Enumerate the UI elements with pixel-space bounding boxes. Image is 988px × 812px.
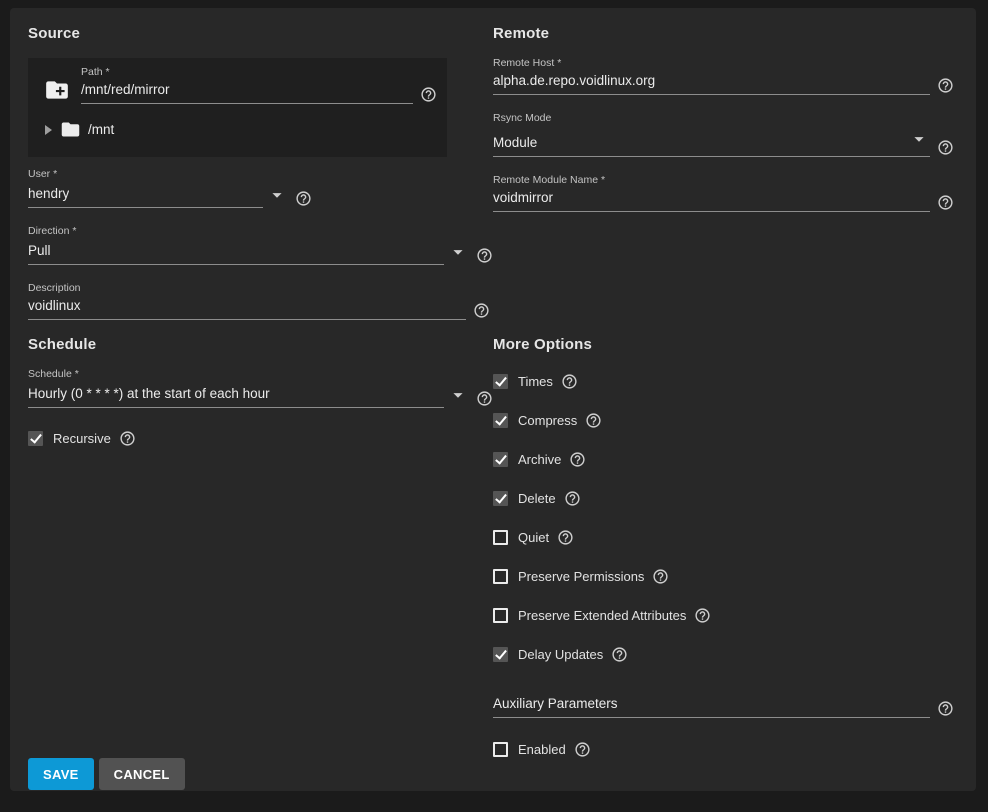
remote-module-label: Remote Module Name *	[493, 175, 956, 186]
quiet-checkbox[interactable]	[493, 530, 508, 545]
enabled-checkbox-row[interactable]: Enabled	[493, 741, 956, 758]
tree-node-label: /mnt	[88, 122, 114, 137]
direction-select[interactable]: Pull	[28, 243, 444, 265]
aux-params-input[interactable]: Auxiliary Parameters	[493, 696, 930, 718]
enabled-checkbox[interactable]	[493, 742, 508, 757]
schedule-field: Schedule * Hourly (0 * * * *) at the sta…	[28, 369, 493, 408]
help-icon[interactable]	[585, 412, 602, 429]
aux-params-placeholder: Auxiliary Parameters	[493, 696, 618, 711]
rsync-mode-label: Rsync Mode	[493, 113, 956, 124]
delete-checkbox[interactable]	[493, 491, 508, 506]
help-icon[interactable]	[694, 607, 711, 624]
rsync-task-form: Source Path * /mnt/red/mirror	[10, 8, 976, 791]
delete-checkbox-row[interactable]: Delete	[493, 490, 956, 507]
form-actions: SAVE CANCEL	[28, 758, 956, 790]
path-input[interactable]: /mnt/red/mirror	[81, 82, 413, 104]
remote-host-input[interactable]: alpha.de.repo.voidlinux.org	[493, 73, 930, 95]
schedule-title: Schedule	[28, 337, 493, 353]
aux-params-field: Auxiliary Parameters	[493, 696, 956, 718]
path-field: Path * /mnt/red/mirror	[81, 67, 437, 104]
section-source: Source Path * /mnt/red/mirror	[28, 18, 493, 320]
direction-field: Direction * Pull	[28, 226, 493, 265]
remote-module-field: Remote Module Name * voidmirror	[493, 175, 956, 212]
save-button[interactable]: SAVE	[28, 758, 94, 790]
preserve-extended-attributes-checkbox-row[interactable]: Preserve Extended Attributes	[493, 607, 956, 624]
help-icon[interactable]	[420, 86, 437, 103]
help-icon[interactable]	[564, 490, 581, 507]
times-checkbox-row[interactable]: Times	[493, 373, 956, 390]
delay-updates-checkbox-row[interactable]: Delay Updates	[493, 646, 956, 663]
remote-title: Remote	[493, 26, 956, 42]
path-row: Path * /mnt/red/mirror	[44, 67, 447, 104]
compress-checkbox-row[interactable]: Compress	[493, 412, 956, 429]
help-icon[interactable]	[569, 451, 586, 468]
recursive-label: Recursive	[53, 431, 111, 446]
archive-checkbox-row[interactable]: Archive	[493, 451, 956, 468]
help-icon[interactable]	[476, 247, 493, 264]
help-icon[interactable]	[557, 529, 574, 546]
user-field: User * hendry	[28, 169, 493, 208]
delay-updates-checkbox[interactable]	[493, 647, 508, 662]
path-field-wrap: Path * /mnt/red/mirror	[81, 67, 437, 104]
description-input[interactable]: voidlinux	[28, 298, 466, 320]
help-icon[interactable]	[476, 390, 493, 407]
section-remote: Remote Remote Host * alpha.de.repo.voidl…	[493, 18, 956, 212]
help-icon[interactable]	[473, 302, 490, 319]
recursive-checkbox[interactable]	[28, 431, 43, 446]
source-title: Source	[28, 26, 493, 42]
recursive-checkbox-row[interactable]: Recursive	[28, 430, 493, 447]
options-list: Times Compress Archive	[493, 373, 956, 663]
help-icon[interactable]	[561, 373, 578, 390]
more-options-title: More Options	[493, 337, 956, 353]
compress-checkbox[interactable]	[493, 413, 508, 428]
help-icon[interactable]	[937, 700, 954, 717]
chevron-down-icon[interactable]	[447, 241, 469, 263]
archive-checkbox[interactable]	[493, 452, 508, 467]
folder-plus-icon[interactable]	[44, 77, 70, 103]
section-more-options: More Options Times Compress	[493, 320, 956, 758]
enabled-label: Enabled	[518, 742, 566, 757]
remote-host-label: Remote Host *	[493, 58, 956, 69]
chevron-down-icon[interactable]	[908, 128, 930, 150]
user-select[interactable]: hendry	[28, 186, 263, 208]
tree-node-mnt[interactable]: /mnt	[44, 119, 447, 140]
remote-host-field: Remote Host * alpha.de.repo.voidlinux.or…	[493, 58, 956, 95]
help-icon[interactable]	[574, 741, 591, 758]
help-icon[interactable]	[611, 646, 628, 663]
help-icon[interactable]	[937, 77, 954, 94]
expander-icon[interactable]	[45, 125, 52, 135]
user-label: User *	[28, 169, 493, 180]
help-icon[interactable]	[295, 190, 312, 207]
help-icon[interactable]	[937, 194, 954, 211]
chevron-down-icon[interactable]	[447, 384, 469, 406]
section-schedule: Schedule Schedule * Hourly (0 * * * *) a…	[28, 320, 493, 447]
description-field: Description voidlinux	[28, 283, 493, 320]
rsync-mode-select[interactable]: Module	[493, 128, 930, 157]
path-label: Path *	[81, 67, 437, 78]
preserve-permissions-checkbox-row[interactable]: Preserve Permissions	[493, 568, 956, 585]
direction-label: Direction *	[28, 226, 493, 237]
preserve-extended-attributes-checkbox[interactable]	[493, 608, 508, 623]
form-grid: Source Path * /mnt/red/mirror	[28, 18, 956, 758]
times-checkbox[interactable]	[493, 374, 508, 389]
remote-module-input[interactable]: voidmirror	[493, 190, 930, 212]
help-icon[interactable]	[937, 139, 954, 156]
help-icon[interactable]	[119, 430, 136, 447]
path-explorer: Path * /mnt/red/mirror	[28, 58, 447, 157]
help-icon[interactable]	[652, 568, 669, 585]
folder-icon	[60, 119, 81, 140]
quiet-checkbox-row[interactable]: Quiet	[493, 529, 956, 546]
schedule-label: Schedule *	[28, 369, 493, 380]
schedule-select[interactable]: Hourly (0 * * * *) at the start of each …	[28, 386, 444, 408]
rsync-mode-field: Rsync Mode Module	[493, 113, 956, 157]
chevron-down-icon[interactable]	[266, 184, 288, 206]
cancel-button[interactable]: CANCEL	[99, 758, 185, 790]
description-label: Description	[28, 283, 493, 294]
preserve-permissions-checkbox[interactable]	[493, 569, 508, 584]
